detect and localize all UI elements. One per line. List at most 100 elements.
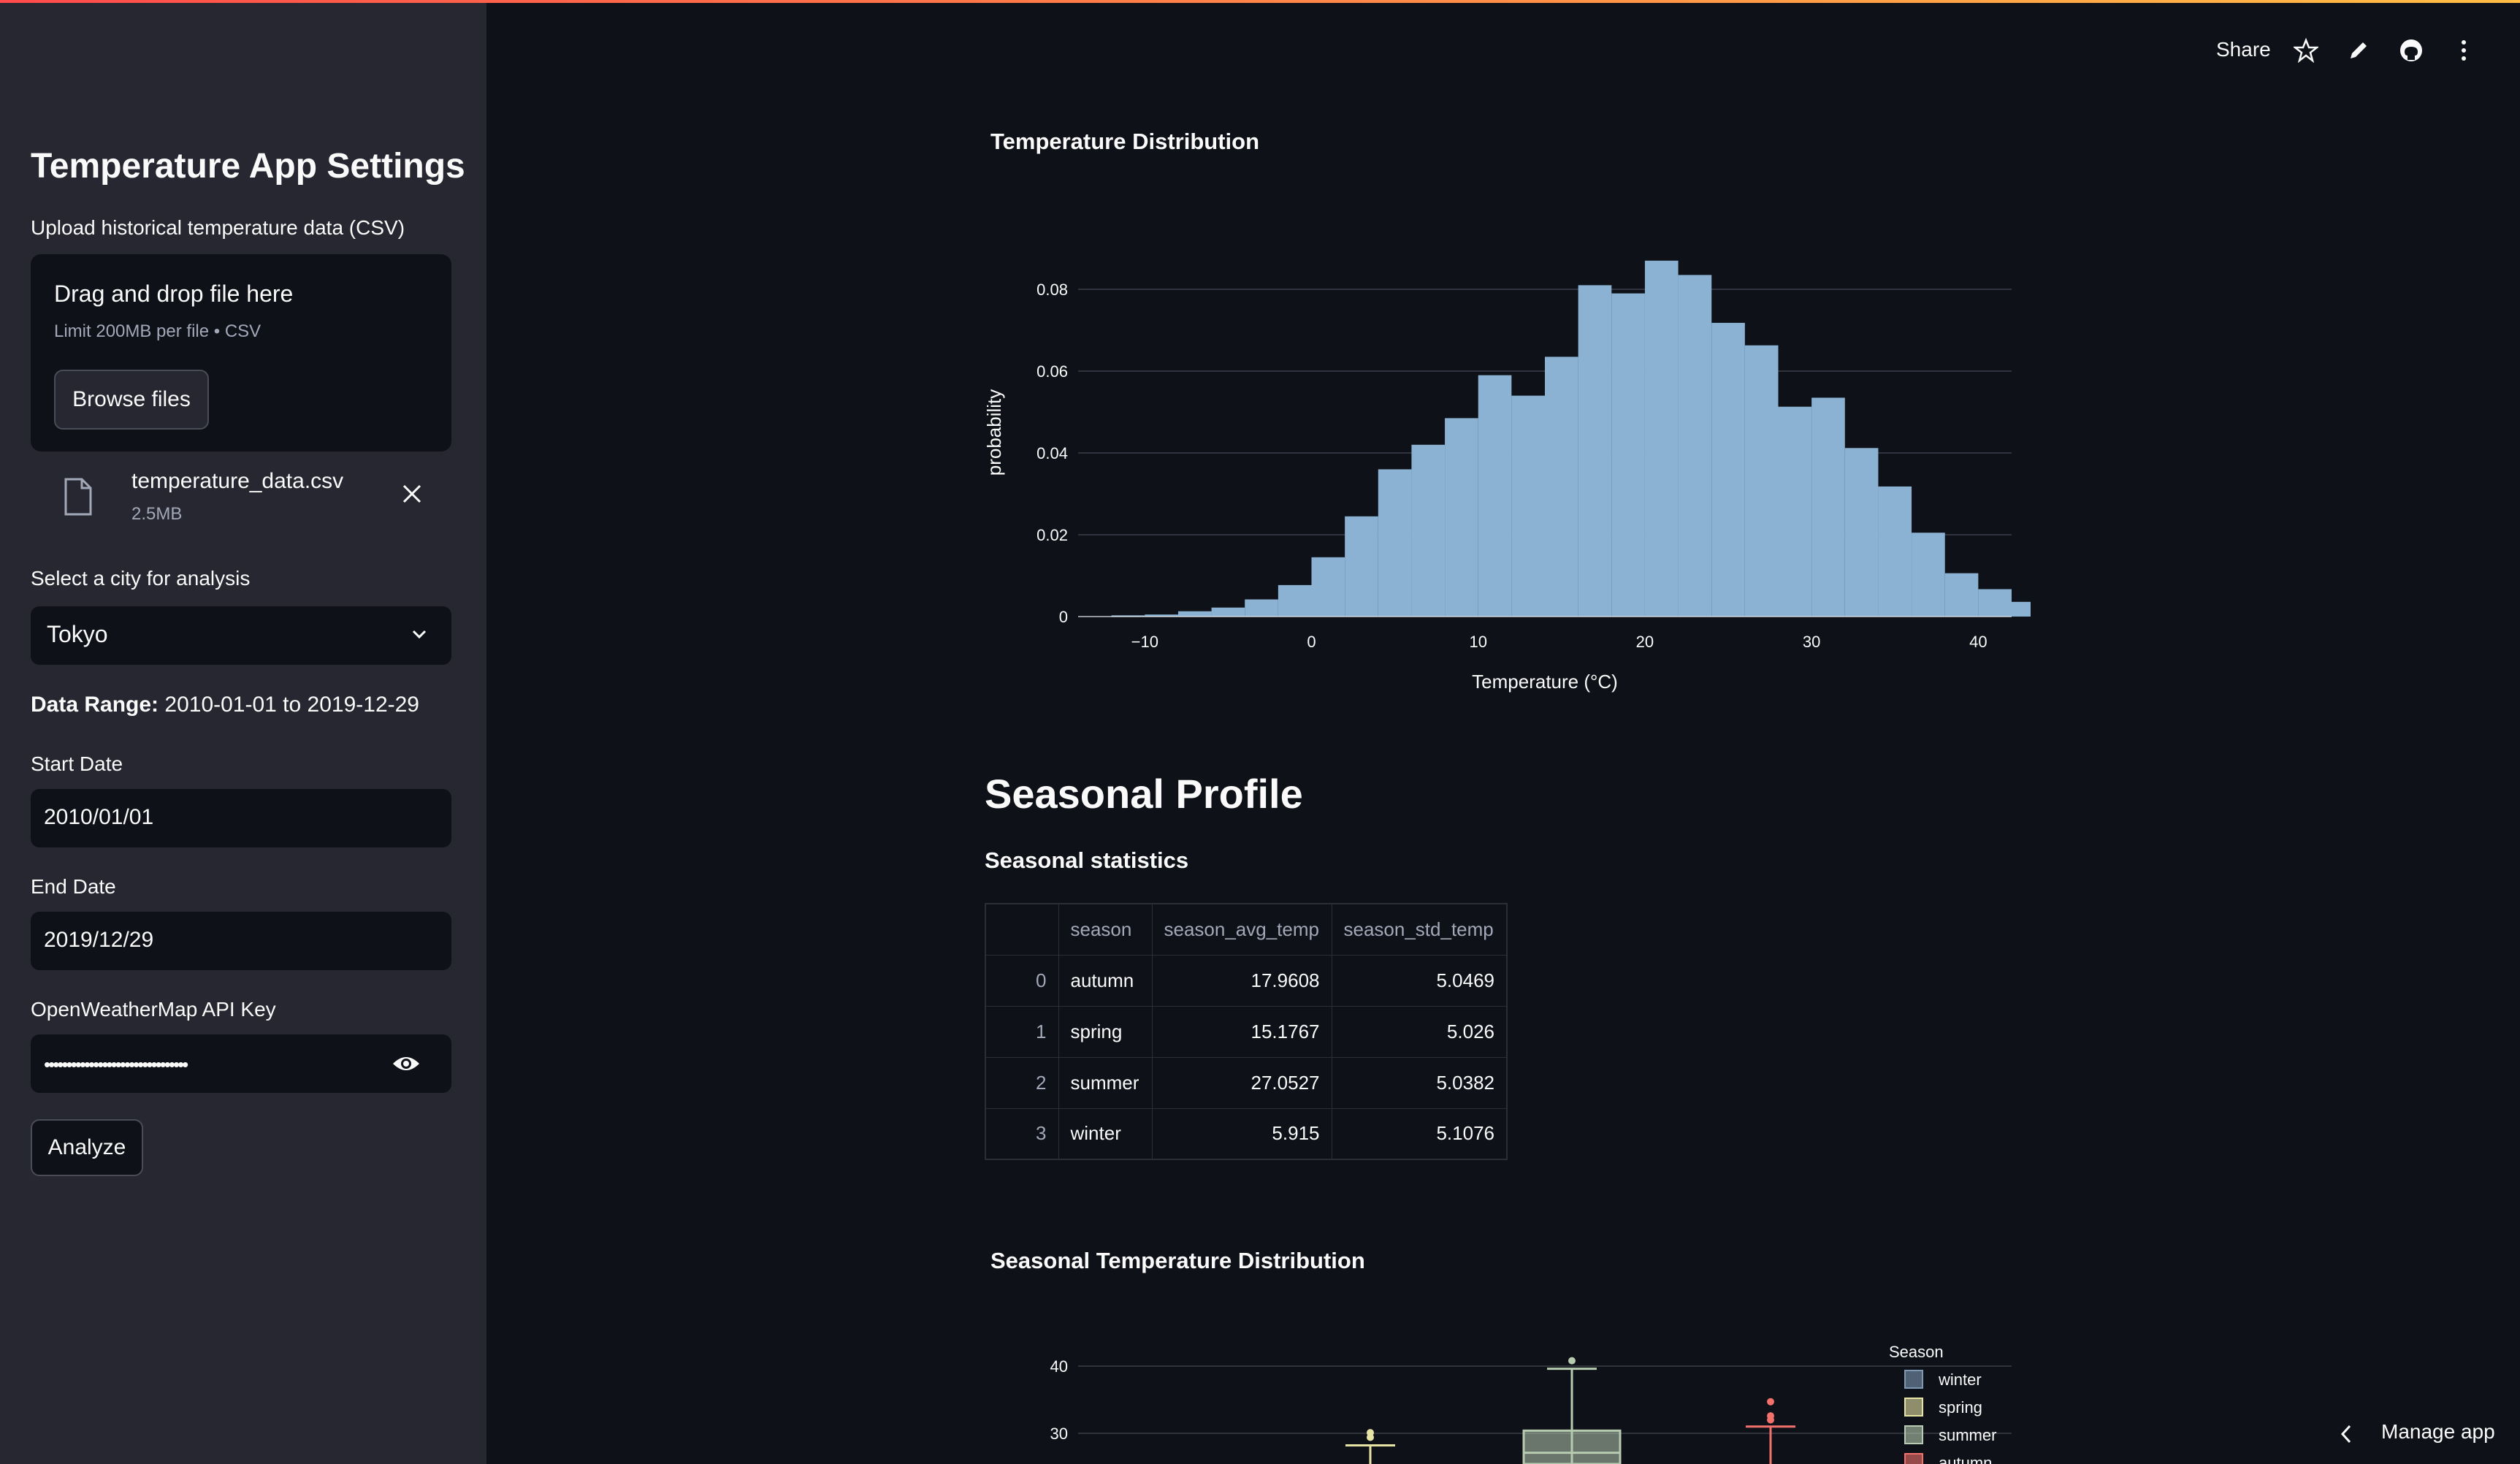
table-row: 3 winter 5.915 5.1076 — [985, 1107, 1508, 1160]
outlier-point — [1767, 1398, 1774, 1406]
x-tick-label: 0 — [1307, 633, 1316, 651]
table-cell[interactable]: 15.1767 — [1151, 1005, 1332, 1058]
table-cell[interactable]: 1 — [985, 1005, 1059, 1058]
table-row: 0 autumn 17.9608 5.0469 — [985, 954, 1508, 1007]
data-range-label: Data Range: — [31, 693, 159, 717]
dropzone-limit: Limit 200MB per file • CSV — [54, 321, 261, 341]
data-range-value: 2010-01-01 to 2019-12-29 — [164, 693, 419, 717]
chevron-left-icon[interactable] — [2339, 1423, 2353, 1445]
histogram-bar — [1678, 275, 1712, 617]
star-icon[interactable] — [2294, 38, 2318, 63]
share-button[interactable]: Share — [2216, 38, 2271, 61]
histogram-bar — [1378, 469, 1412, 617]
histogram-bar — [1944, 573, 1979, 617]
histogram-bar — [1545, 357, 1578, 617]
outlier-point — [1568, 1357, 1576, 1365]
file-name: temperature_data.csv — [131, 469, 344, 493]
histogram-bar — [1311, 557, 1345, 617]
table-cell[interactable]: 2 — [985, 1056, 1059, 1109]
legend-label: spring — [1939, 1398, 1982, 1417]
table-cell[interactable]: 5.0382 — [1331, 1056, 1508, 1109]
edit-icon[interactable] — [2346, 38, 2371, 63]
browse-files-button[interactable]: Browse files — [54, 370, 209, 430]
legend-swatch — [1904, 1398, 1923, 1417]
table-cell[interactable]: autumn — [1058, 954, 1153, 1007]
seasonal-stats-table[interactable]: season season_avg_temp season_std_temp 0… — [985, 903, 1508, 1160]
x-tick-label: 40 — [1969, 633, 1987, 651]
x-tick-label: 10 — [1469, 633, 1486, 651]
histogram-bar — [1978, 589, 2012, 617]
histogram-bar — [1912, 533, 1945, 617]
boxplot-title: Seasonal Temperature Distribution — [990, 1248, 1365, 1273]
y-tick-label: 30 — [1050, 1425, 1068, 1443]
eye-icon[interactable] — [392, 1052, 421, 1075]
seasonal-stats-heading: Seasonal statistics — [985, 847, 1189, 873]
dropzone-text: Drag and drop file here — [54, 281, 294, 307]
histogram-bar — [1278, 584, 1312, 617]
table-row: 1 spring 15.1767 5.026 — [985, 1005, 1508, 1058]
x-tick-label: 30 — [1803, 633, 1820, 651]
x-tick-label: −10 — [1131, 633, 1158, 651]
sidebar-title: Temperature App Settings — [31, 147, 465, 186]
box — [1522, 1429, 1622, 1464]
remove-file-close-icon[interactable] — [396, 478, 428, 510]
table-cell[interactable]: spring — [1058, 1005, 1153, 1058]
table-cell[interactable]: 3 — [985, 1107, 1059, 1160]
legend-label: autumn — [1939, 1454, 1992, 1464]
y-tick-label: 0.08 — [1036, 281, 1068, 299]
histogram-bar — [1844, 448, 1879, 617]
histogram-bar — [1811, 397, 1845, 617]
histogram-bar — [1711, 322, 1745, 617]
table-header-cell[interactable]: season_std_temp — [1331, 903, 1508, 956]
github-icon[interactable] — [2399, 38, 2424, 63]
x-tick-label: 20 — [1636, 633, 1654, 651]
table-cell[interactable]: 0 — [985, 954, 1059, 1007]
end-date-input[interactable]: 2019/12/29 — [31, 912, 451, 970]
table-header-cell[interactable]: season_avg_temp — [1151, 903, 1332, 956]
legend-swatch — [1904, 1425, 1923, 1444]
analyze-button[interactable]: Analyze — [31, 1119, 143, 1176]
file-size: 2.5MB — [131, 504, 183, 524]
histogram-chart: 0 0.02 0.04 0.06 0.08 −10 0 10 20 30 40 Temperature… — [983, 260, 2031, 693]
table-cell[interactable]: winter — [1058, 1107, 1153, 1160]
table-cell[interactable]: 5.915 — [1151, 1107, 1332, 1160]
manage-app-button[interactable]: Manage app — [2381, 1420, 2495, 1444]
y-tick-label: 0 — [1059, 608, 1068, 626]
table-cell[interactable]: 5.1076 — [1331, 1107, 1508, 1160]
table-cell[interactable]: 5.0469 — [1331, 954, 1508, 1007]
api-key-label: OpenWeatherMap API Key — [31, 998, 276, 1021]
table-cell[interactable]: 5.026 — [1331, 1005, 1508, 1058]
city-select[interactable]: Tokyo — [31, 606, 451, 665]
histogram-title: Temperature Distribution — [990, 129, 1260, 154]
table-cell[interactable]: summer — [1058, 1056, 1153, 1109]
end-date-label: End Date — [31, 875, 116, 898]
table-header-row: season season_avg_temp season_std_temp — [985, 903, 1508, 956]
outlier-point — [1367, 1429, 1374, 1437]
y-tick-label: 0.06 — [1036, 362, 1068, 381]
histogram-bar — [1245, 599, 1278, 617]
histogram-bar — [1578, 285, 1612, 617]
api-key-input[interactable]: •••••••••••••••••••••••••••••••• — [31, 1034, 451, 1093]
legend-label: summer — [1939, 1426, 1996, 1444]
table-header-cell[interactable]: season — [1058, 903, 1153, 956]
table-cell[interactable]: 17.9608 — [1151, 954, 1332, 1007]
histogram-bar — [1878, 486, 1912, 617]
histogram-bar — [1611, 293, 1645, 617]
histogram-bar — [1511, 395, 1545, 617]
histogram-bar — [1177, 611, 1212, 617]
histogram-bar — [1445, 418, 1478, 617]
x-axis-title: Temperature (°C) — [1472, 671, 1618, 693]
start-date-input[interactable]: 2010/01/01 — [31, 789, 451, 847]
more-icon[interactable] — [2451, 38, 2476, 63]
table-cell[interactable]: 27.0527 — [1151, 1056, 1332, 1109]
histogram-bar — [2012, 601, 2031, 617]
uploaded-file: temperature_data.csv 2.5MB — [31, 463, 451, 536]
city-label: Select a city for analysis — [31, 567, 251, 590]
file-dropzone[interactable]: Drag and drop file here Limit 200MB per … — [31, 254, 451, 451]
table-header-cell[interactable] — [985, 903, 1059, 956]
file-icon — [64, 478, 92, 516]
legend-swatch — [1904, 1370, 1923, 1389]
y-axis-title: probability — [983, 389, 1005, 476]
start-date-value: 2010/01/01 — [44, 805, 154, 829]
histogram-bar — [1345, 516, 1378, 617]
